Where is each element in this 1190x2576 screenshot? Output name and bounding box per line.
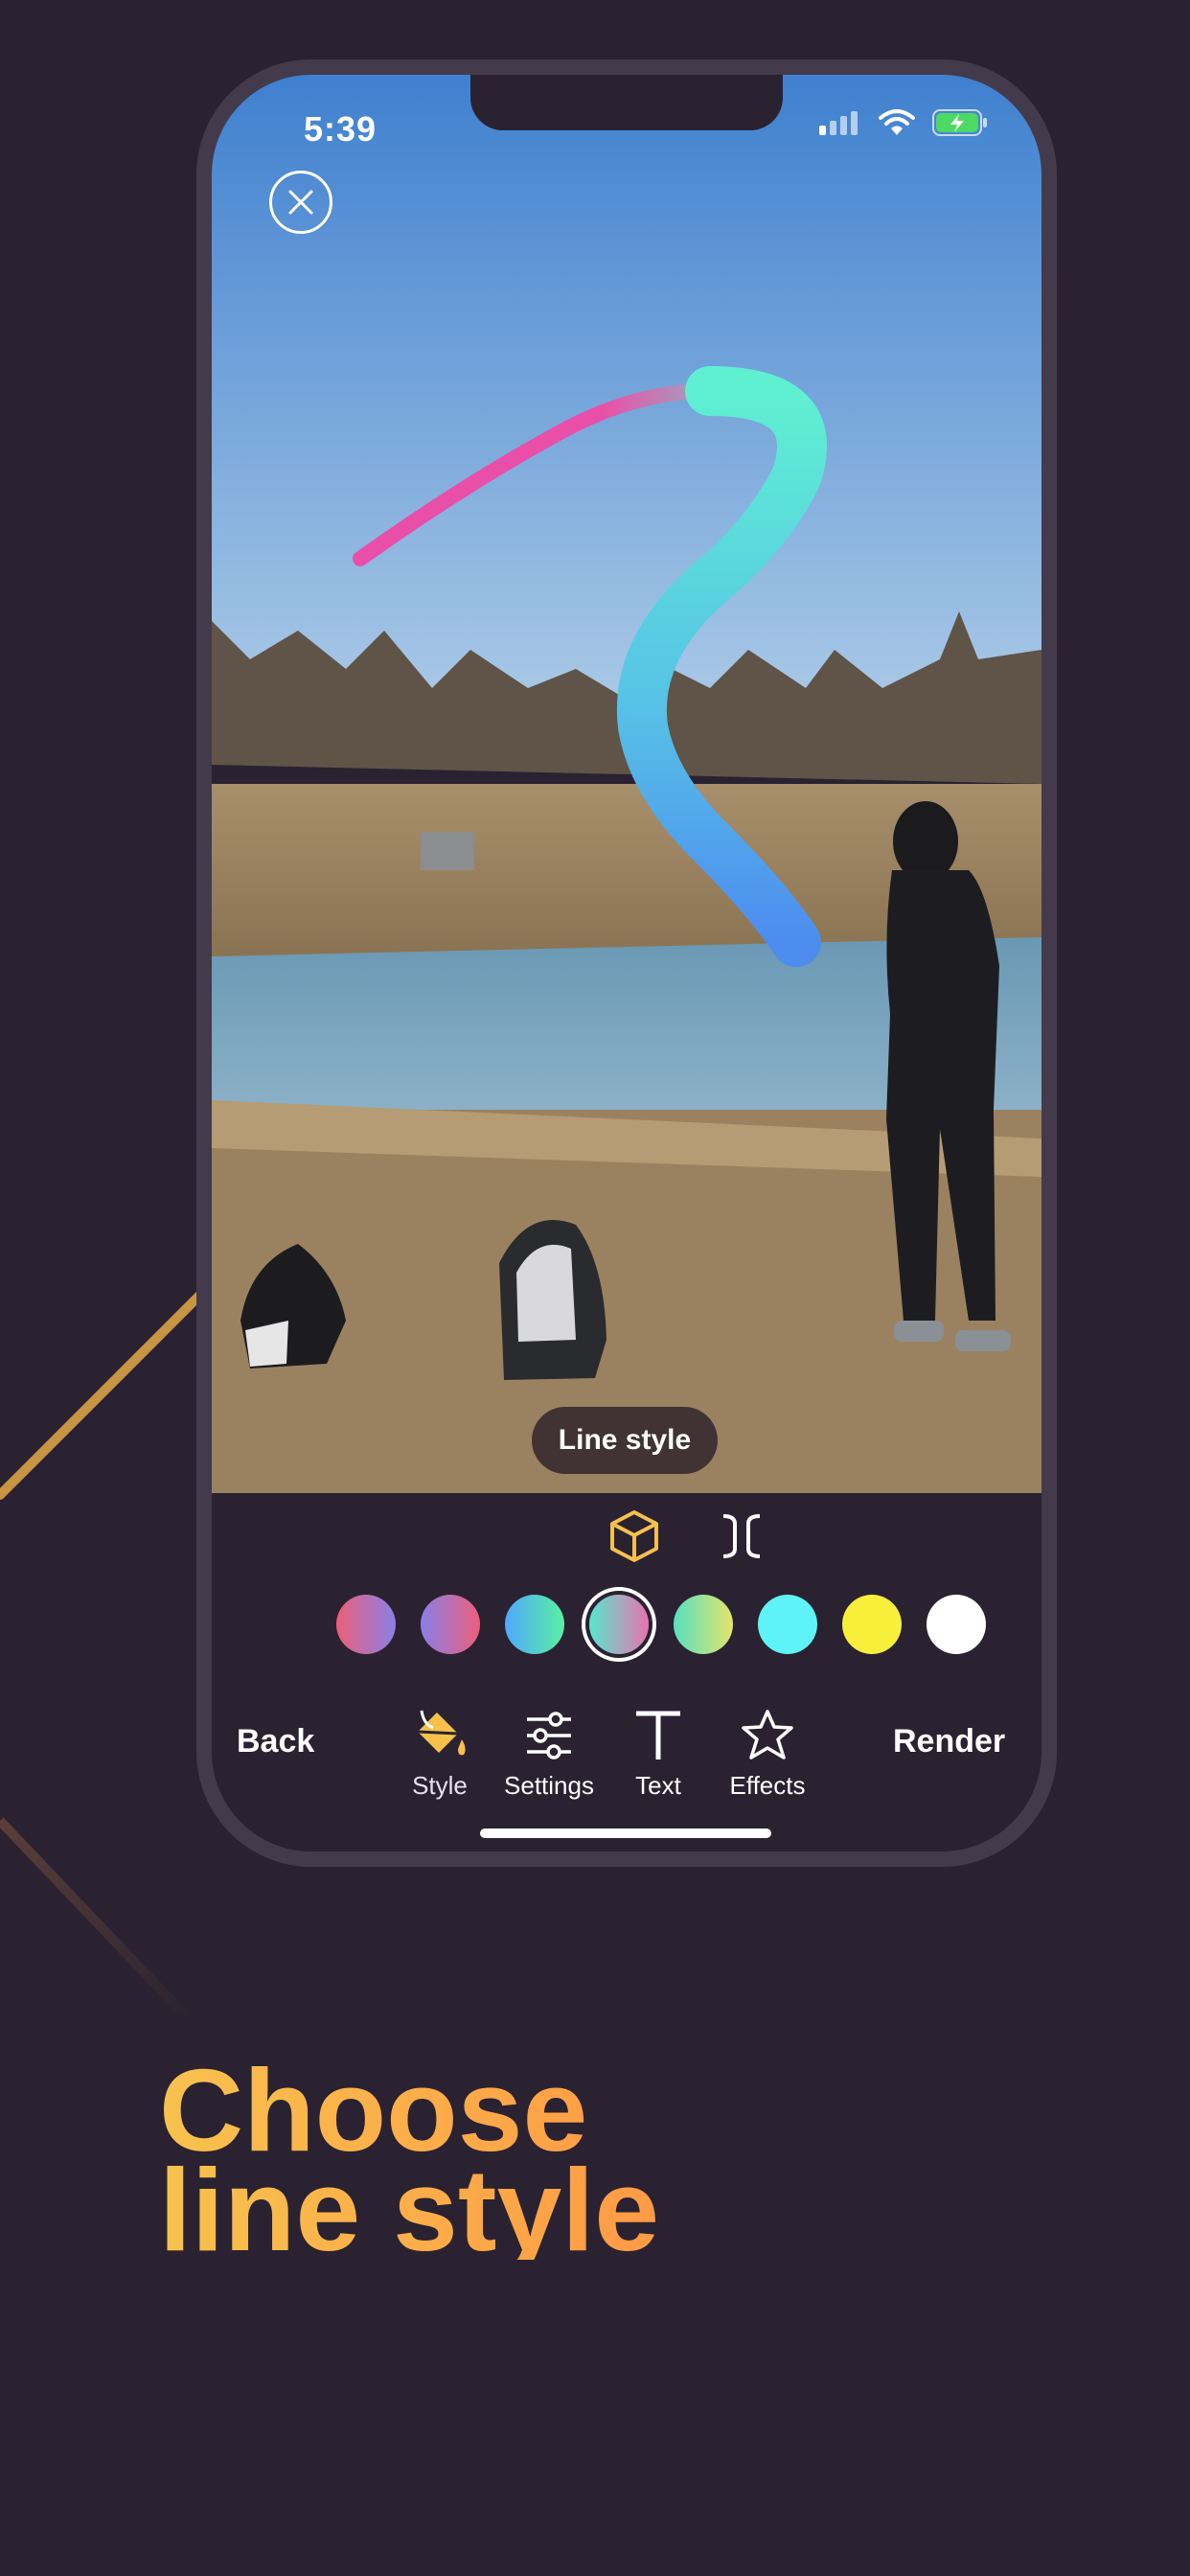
tool-effects[interactable]: Effects [710, 1704, 825, 1809]
3d-mode-button[interactable] [601, 1503, 668, 1570]
color-swatch[interactable] [505, 1595, 564, 1654]
star-icon [742, 1710, 793, 1760]
color-swatch[interactable] [421, 1595, 480, 1654]
cube-icon [610, 1510, 658, 1562]
status-icons [819, 109, 988, 136]
tool-style[interactable]: Style [382, 1704, 497, 1809]
decorative-line-brown [0, 1817, 195, 2026]
app-screen: 5:39 Line style Back Style Settings Text… [212, 75, 1041, 1852]
color-swatch[interactable] [842, 1595, 902, 1654]
tool-text[interactable]: Text [601, 1704, 716, 1809]
tool-text-label: Text [635, 1771, 681, 1800]
headline-line-2: line style [159, 2145, 660, 2275]
signal-icon [819, 111, 858, 135]
tool-effects-label: Effects [729, 1771, 806, 1800]
device-notch [470, 75, 783, 130]
flat-mode-button[interactable] [708, 1503, 775, 1570]
render-button[interactable]: Render [893, 1723, 1005, 1760]
bottom-toolbar: Back Style Settings Text Effects Render [212, 1704, 1041, 1819]
color-swatch-selected[interactable] [589, 1595, 649, 1654]
color-swatch[interactable] [336, 1595, 396, 1654]
color-swatch[interactable] [758, 1595, 817, 1654]
line-style-tooltip: Line style [532, 1407, 718, 1474]
tool-style-label: Style [412, 1771, 468, 1800]
back-button[interactable]: Back [237, 1723, 314, 1760]
status-time: 5:39 [304, 109, 378, 149]
text-icon [636, 1711, 680, 1760]
tool-settings[interactable]: Settings [492, 1704, 606, 1809]
tool-settings-label: Settings [504, 1771, 594, 1800]
color-swatch-row [336, 1589, 1007, 1666]
sliders-icon [527, 1712, 571, 1760]
wifi-icon [879, 109, 915, 135]
battery-charging-icon [932, 109, 987, 136]
close-icon [288, 190, 313, 215]
bracket-shape-icon [722, 1514, 761, 1558]
decorative-line-gold [0, 1289, 206, 1500]
promo-headline: Choose line style [159, 2060, 659, 2260]
phone-frame: 5:39 Line style Back Style Settings Text… [196, 59, 1057, 1867]
video-preview [212, 75, 1041, 1493]
paint-bucket-icon [417, 1710, 466, 1756]
color-swatch[interactable] [674, 1595, 733, 1654]
close-button[interactable] [269, 171, 332, 234]
color-swatch[interactable] [927, 1595, 986, 1654]
home-indicator [480, 1828, 771, 1838]
